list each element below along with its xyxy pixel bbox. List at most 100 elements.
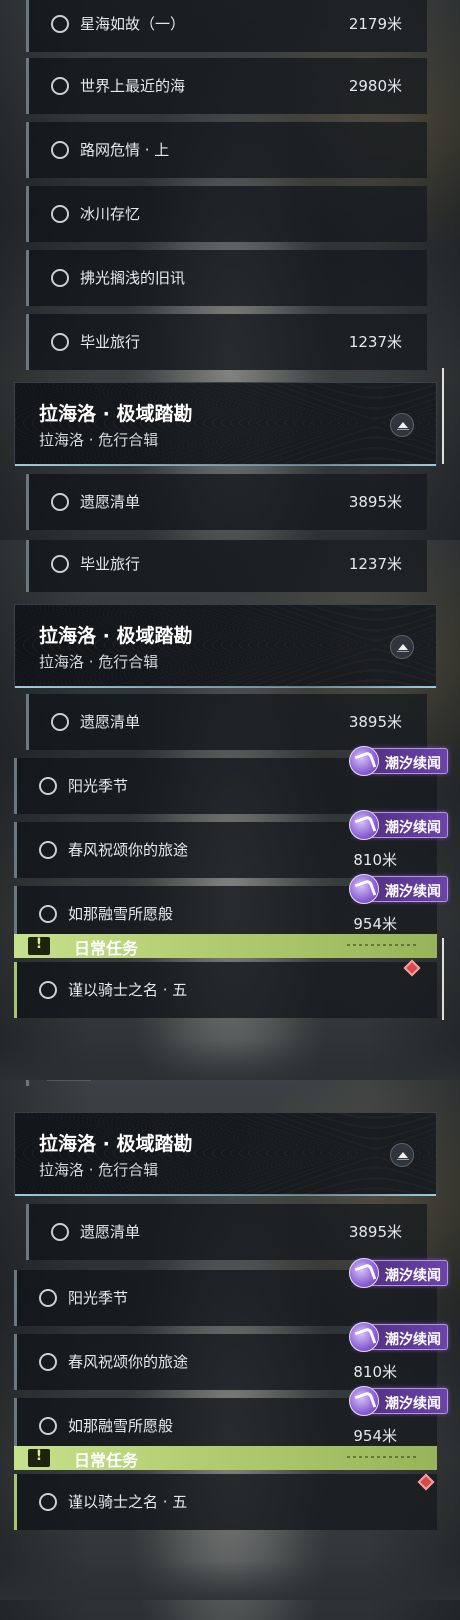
radio-icon xyxy=(51,493,69,511)
scrollbar-thumb[interactable] xyxy=(442,938,444,1020)
group-title: 拉海洛 · 极域踏勘 xyxy=(39,1133,193,1155)
quest-name: 冰川存忆 xyxy=(80,205,141,223)
quest-name: 遗愿清单 xyxy=(80,493,141,511)
quest-group-header[interactable]: 拉海洛 · 极域踏勘 拉海洛 · 危行合辑 xyxy=(14,1112,437,1196)
radio-icon xyxy=(51,555,69,573)
quest-distance: 2179米 xyxy=(348,15,402,33)
quest-distance: 1237米 xyxy=(348,555,402,573)
radio-icon xyxy=(51,269,69,287)
quest-list-panel: 拉海洛 · 极域踏勘 拉海洛 · 危行合辑 遗愿清单 3895米 阳光季节 潮汐… xyxy=(0,1080,460,1620)
tag-label: 潮汐续闻 xyxy=(385,1268,441,1284)
quest-item[interactable]: 冰川存忆 xyxy=(26,186,427,242)
chevron-up-icon[interactable] xyxy=(390,1143,414,1167)
quest-distance: 3895米 xyxy=(348,493,402,511)
quest-distance: 1237米 xyxy=(348,333,402,351)
quest-distance: 3895米 xyxy=(348,1223,402,1241)
decorative-stripe xyxy=(347,1456,417,1458)
daily-tasks-header[interactable]: 日常任务 xyxy=(14,1446,437,1470)
radio-icon xyxy=(39,1353,57,1371)
quest-distance: 810米 xyxy=(353,851,397,869)
daily-tasks-label: 日常任务 xyxy=(74,1451,139,1470)
quest-name: 星海如故（一） xyxy=(80,15,186,33)
group-subtitle: 拉海洛 · 危行合辑 xyxy=(39,1161,159,1179)
tide-story-tag: 潮汐续闻 xyxy=(349,810,448,840)
quest-name: 世界上最近的海 xyxy=(80,77,186,95)
chevron-up-icon[interactable] xyxy=(390,413,414,437)
exclamation-icon xyxy=(28,1448,50,1467)
radio-icon xyxy=(51,77,69,95)
decorative-stripe xyxy=(347,944,417,946)
radio-icon xyxy=(39,777,57,795)
quest-item[interactable]: 世界上最近的海 2980米 xyxy=(26,58,427,114)
quest-distance: 954米 xyxy=(353,915,397,933)
daily-quest-item[interactable]: 谨以骑士之名 · 五 xyxy=(14,962,437,1018)
quest-group-header[interactable]: 拉海洛 · 极域踏勘 拉海洛 · 危行合辑 xyxy=(14,382,437,466)
radio-icon xyxy=(51,1223,69,1241)
quest-item[interactable]: 路网危情 · 上 xyxy=(26,122,427,178)
group-subtitle: 拉海洛 · 危行合辑 xyxy=(39,431,159,449)
tide-story-icon xyxy=(349,1258,379,1288)
quest-item[interactable]: 遗愿清单 3895米 xyxy=(26,694,427,750)
group-subtitle: 拉海洛 · 危行合辑 xyxy=(39,653,159,671)
quest-list-panel: 毕业旅行 1237米 拉海洛 · 极域踏勘 拉海洛 · 危行合辑 遗愿清单 38… xyxy=(0,540,460,1080)
quest-item[interactable]: 毕业旅行 1237米 xyxy=(26,314,427,370)
exclamation-icon xyxy=(28,936,50,955)
tide-story-icon xyxy=(349,874,379,904)
tide-story-tag: 潮汐续闻 xyxy=(349,1322,448,1352)
daily-quest-item[interactable]: 谨以骑士之名 · 五 xyxy=(14,1474,437,1530)
quest-distance: 954米 xyxy=(353,1427,397,1445)
quest-group-header[interactable]: 拉海洛 · 极域踏勘 拉海洛 · 危行合辑 xyxy=(14,604,437,688)
radio-icon xyxy=(39,1289,57,1307)
radio-icon xyxy=(51,205,69,223)
radio-icon xyxy=(51,333,69,351)
quest-name: 如那融雪所愿般 xyxy=(68,905,174,923)
tag-label: 潮汐续闻 xyxy=(385,756,441,772)
tide-story-tag: 潮汐续闻 xyxy=(349,746,448,776)
scrollbar-thumb[interactable] xyxy=(442,368,444,464)
daily-tasks-header[interactable]: 日常任务 xyxy=(14,934,437,958)
tag-label: 潮汐续闻 xyxy=(385,820,441,836)
radio-icon xyxy=(39,905,57,923)
quest-distance: 2980米 xyxy=(348,77,402,95)
radio-icon xyxy=(39,981,57,999)
fade-overlay xyxy=(0,1040,460,1080)
radio-icon xyxy=(39,841,57,859)
tide-story-tag: 潮汐续闻 xyxy=(349,1258,448,1288)
quest-item[interactable]: 星海如故（一） 2179米 xyxy=(26,0,427,52)
quest-name: 谨以骑士之名 · 五 xyxy=(68,981,188,999)
chevron-up-icon[interactable] xyxy=(390,635,414,659)
tide-story-icon xyxy=(349,746,379,776)
tag-label: 潮汐续闻 xyxy=(385,1396,441,1412)
quest-item[interactable]: 拂光搁浅的旧讯 xyxy=(26,250,427,306)
tide-story-icon xyxy=(349,1386,379,1416)
quest-item[interactable]: 遗愿清单 3895米 xyxy=(26,474,427,530)
radio-icon xyxy=(51,713,69,731)
quest-name: 阳光季节 xyxy=(68,777,129,795)
quest-name: 如那融雪所愿般 xyxy=(68,1417,174,1435)
fade-overlay xyxy=(0,1560,460,1600)
quest-item[interactable]: 遗愿清单 3895米 xyxy=(26,1204,427,1260)
quest-name: 春风祝颂你的旅途 xyxy=(68,841,189,859)
tag-label: 潮汐续闻 xyxy=(385,1332,441,1348)
quest-item-stub xyxy=(26,1080,427,1086)
group-title: 拉海洛 · 极域踏勘 xyxy=(39,625,193,647)
quest-distance: 3895米 xyxy=(348,713,402,731)
quest-name: 遗愿清单 xyxy=(80,713,141,731)
quest-list-panel: 星海如故（一） 2179米 世界上最近的海 2980米 路网危情 · 上 冰川存… xyxy=(0,0,460,540)
quest-name: 谨以骑士之名 · 五 xyxy=(68,1493,188,1511)
quest-item[interactable]: 毕业旅行 1237米 xyxy=(26,540,427,592)
tag-label: 潮汐续闻 xyxy=(385,884,441,900)
quest-name: 路网危情 · 上 xyxy=(80,141,170,159)
radio-icon xyxy=(51,15,69,33)
quest-name: 拂光搁浅的旧讯 xyxy=(80,269,186,287)
quest-name: 毕业旅行 xyxy=(80,333,141,351)
quest-name: 阳光季节 xyxy=(68,1289,129,1307)
radio-icon xyxy=(39,1417,57,1435)
quest-name: 春风祝颂你的旅途 xyxy=(68,1353,189,1371)
radio-icon xyxy=(51,141,69,159)
quest-name: 毕业旅行 xyxy=(80,555,141,573)
radio-icon xyxy=(39,1493,57,1511)
group-title: 拉海洛 · 极域踏勘 xyxy=(39,403,193,425)
tide-story-icon xyxy=(349,1322,379,1352)
daily-tasks-label: 日常任务 xyxy=(74,939,139,958)
